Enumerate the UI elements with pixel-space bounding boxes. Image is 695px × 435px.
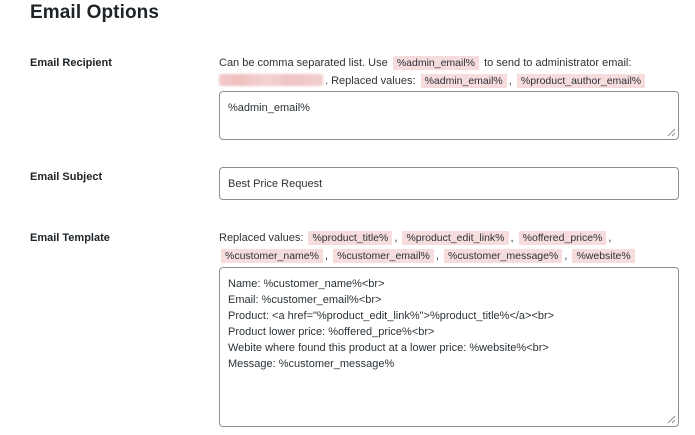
template-line: Product lower price: %offered_price%<br> <box>228 326 435 338</box>
token-admin-email: %admin_email% <box>392 56 480 70</box>
recipient-desc-text-3: . Replaced values: <box>325 75 416 87</box>
token-separator: , <box>510 232 514 244</box>
token-separator: , <box>564 250 568 262</box>
template-line: Product: <a href="%product_edit_link%">%… <box>228 310 555 322</box>
email-template-label: Email Template <box>30 232 110 244</box>
email-template-textarea[interactable]: Name: %customer_name%<br> Email: %custom… <box>219 267 679 427</box>
template-line: Email: %customer_email%<br> <box>228 294 382 306</box>
template-line: Webite where found this product at a low… <box>228 342 549 354</box>
token-product-author-email: %product_author_email% <box>516 74 646 88</box>
token-customer-email: %customer_email% <box>333 249 434 263</box>
token-customer-message: %customer_message% <box>444 249 563 263</box>
token-website: %website% <box>572 249 635 263</box>
email-recipient-textarea[interactable]: %admin_email% <box>219 91 679 140</box>
token-customer-name: %customer_name% <box>221 249 323 263</box>
resize-grip-icon[interactable] <box>667 128 676 137</box>
recipient-desc-text-1: Can be comma separated list. Use <box>219 57 388 69</box>
email-recipient-label: Email Recipient <box>30 57 112 69</box>
redacted-admin-email <box>219 74 323 86</box>
template-line: Name: %customer_name%<br> <box>228 278 385 290</box>
template-line: Message: %customer_message% <box>228 358 395 370</box>
email-template-description: Replaced values: %product_title%, %produ… <box>219 229 679 265</box>
token-product-title: %product_title% <box>308 231 393 245</box>
resize-grip-icon[interactable] <box>667 415 676 424</box>
template-desc-prefix: Replaced values: <box>219 232 304 244</box>
token-replaced-admin-email: %admin_email% <box>420 74 507 88</box>
email-subject-value: Best Price Request <box>228 177 323 190</box>
email-recipient-description: Can be comma separated list. Use %admin_… <box>219 54 679 90</box>
email-subject-label: Email Subject <box>30 171 103 183</box>
token-separator: , <box>324 250 329 262</box>
token-separator: , <box>508 75 512 87</box>
email-subject-input[interactable]: Best Price Request <box>219 167 679 200</box>
token-separator: , <box>435 250 439 262</box>
token-offered-price: %offered_price% <box>518 231 607 245</box>
recipient-desc-text-2: to send to administrator email: <box>484 57 632 69</box>
email-recipient-value: %admin_email% <box>228 102 310 114</box>
token-separator: , <box>394 232 398 244</box>
page-title: Email Options <box>30 2 160 23</box>
token-separator: , <box>608 232 612 244</box>
token-product-edit-link: %product_edit_link% <box>402 231 509 245</box>
